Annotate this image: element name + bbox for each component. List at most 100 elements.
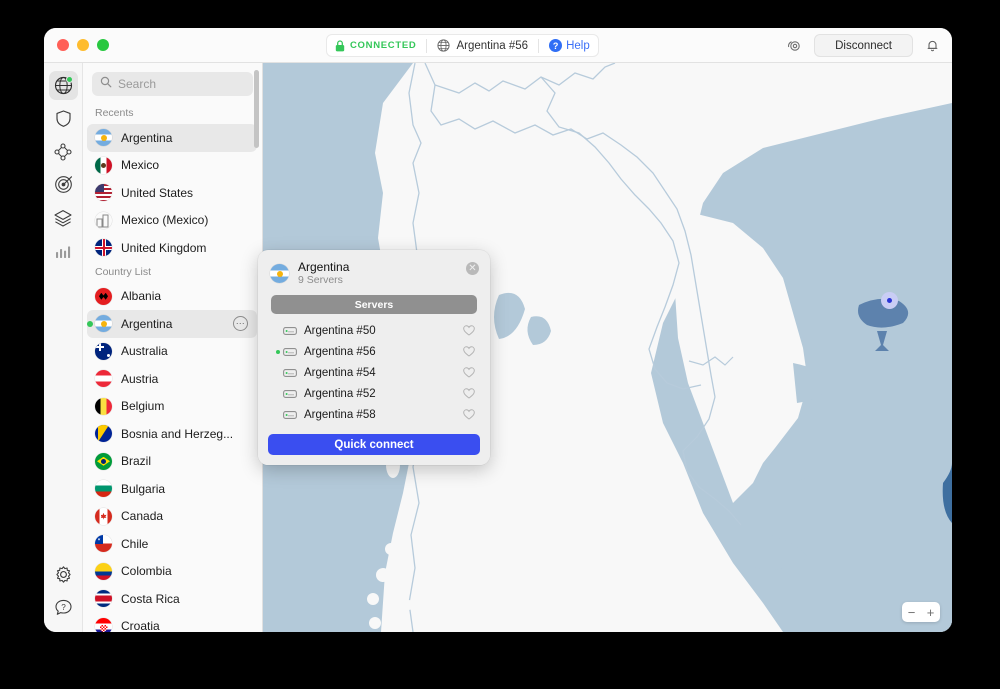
- sidebar-item-settings[interactable]: [49, 560, 78, 589]
- server-row[interactable]: Argentina #58: [272, 404, 490, 425]
- maximize-window-button[interactable]: [97, 39, 109, 51]
- country-row-belgium[interactable]: Belgium: [83, 393, 262, 421]
- country-label: Bulgaria: [121, 481, 166, 496]
- favorite-heart-icon[interactable]: [463, 409, 475, 420]
- country-label: Costa Rica: [121, 591, 180, 606]
- server-icon: [283, 347, 297, 357]
- flag-icon: [95, 184, 112, 202]
- popup-country-flag: [270, 264, 289, 283]
- marker-chile[interactable]: [881, 292, 898, 309]
- country-row-mexico-mexico[interactable]: Mexico (Mexico): [83, 207, 262, 235]
- flag-icon: [95, 590, 112, 608]
- svg-text:?: ?: [61, 603, 66, 612]
- country-row-argentina[interactable]: Argentina ⋯: [87, 310, 257, 338]
- zoom-in-button[interactable]: +: [921, 602, 940, 622]
- country-scroll-area[interactable]: Recents Argentina Mexico United States Mexi…: [83, 103, 262, 632]
- country-row-mexico[interactable]: Mexico: [83, 152, 262, 180]
- search-input[interactable]: [118, 77, 245, 91]
- flag-icon: [95, 156, 112, 174]
- search-icon: [100, 75, 112, 93]
- server-label: Argentina #50: [304, 324, 376, 337]
- server-row[interactable]: Argentina #54: [272, 362, 490, 383]
- country-label: United Kingdom: [121, 240, 207, 255]
- sidebar-scrollbar[interactable]: [254, 70, 259, 148]
- sidebar-item-statistics[interactable]: [49, 236, 78, 265]
- country-row-albania[interactable]: Albania: [83, 283, 262, 311]
- country-row-croatia[interactable]: Croatia: [83, 613, 262, 632]
- country-row-united-states[interactable]: United States: [83, 179, 262, 207]
- server-popup: Argentina 9 Servers ✕ Servers Argentina …: [258, 250, 490, 465]
- bell-icon[interactable]: [925, 38, 940, 53]
- country-row-argentina[interactable]: Argentina: [87, 124, 257, 152]
- server-icon: [283, 410, 297, 420]
- country-label: Argentina: [121, 316, 173, 331]
- server-row[interactable]: Argentina #56: [272, 341, 490, 362]
- favorite-heart-icon[interactable]: [463, 346, 475, 357]
- lock-icon: [335, 39, 345, 52]
- flag-icon: [95, 425, 112, 443]
- country-list-section-label: Country List: [95, 265, 152, 278]
- server-label: Argentina #54: [304, 366, 376, 379]
- sidebar-item-vpn-globe[interactable]: [48, 71, 78, 100]
- sidebar-item-file-share[interactable]: [49, 203, 78, 232]
- country-row-costa-rica[interactable]: Costa Rica: [83, 585, 262, 613]
- favorite-heart-icon[interactable]: [463, 325, 475, 336]
- disconnect-button[interactable]: Disconnect: [814, 34, 913, 57]
- country-label: Albania: [121, 289, 162, 304]
- popup-country-name: Argentina: [298, 260, 350, 274]
- flag-icon: [95, 370, 112, 388]
- titlebar-actions: Disconnect: [786, 28, 940, 63]
- quick-connect-button[interactable]: Quick connect: [268, 434, 480, 455]
- pill-divider-2: [538, 38, 540, 53]
- sidebar-item-threat-protection[interactable]: [49, 104, 78, 133]
- sidebar-item-support[interactable]: ?: [49, 593, 78, 622]
- sidebar-item-meshnet[interactable]: [49, 137, 78, 166]
- close-icon[interactable]: ✕: [466, 262, 479, 275]
- server-icon: [283, 326, 297, 336]
- minimize-window-button[interactable]: [77, 39, 89, 51]
- country-label: Croatia: [121, 619, 160, 632]
- popup-tabs: Servers: [258, 293, 490, 320]
- popup-header: Argentina 9 Servers ✕: [258, 250, 490, 293]
- globe-icon: [437, 39, 451, 52]
- help-icon: ?: [549, 39, 563, 52]
- country-row-brazil[interactable]: Brazil: [83, 448, 262, 476]
- search-box[interactable]: [92, 72, 253, 96]
- flag-icon: [95, 452, 112, 470]
- connected-server-name: Argentina #56: [456, 39, 529, 52]
- flag-icon: [95, 212, 112, 229]
- country-more-options-button[interactable]: ⋯: [233, 316, 248, 332]
- flag-icon: [95, 535, 112, 553]
- server-label: Argentina #58: [304, 408, 376, 421]
- flag-icon: [95, 315, 112, 333]
- marker-core: [887, 298, 892, 303]
- flag-icon: [95, 480, 112, 498]
- country-row-bosnia-and-herzeg[interactable]: Bosnia and Herzeg...: [83, 420, 262, 448]
- zoom-out-button[interactable]: −: [902, 602, 921, 622]
- country-row-canada[interactable]: Canada: [83, 503, 262, 531]
- country-row-colombia[interactable]: Colombia: [83, 558, 262, 586]
- sidebar-item-dark-web-monitor[interactable]: [49, 170, 78, 199]
- country-row-australia[interactable]: Australia: [83, 338, 262, 366]
- country-row-bulgaria[interactable]: Bulgaria: [83, 475, 262, 503]
- meshnet-icon[interactable]: [786, 38, 802, 54]
- popup-server-list[interactable]: Argentina #50 Argentina #56 Argentina #54 A…: [258, 320, 490, 429]
- connection-status-text: CONNECTED: [350, 40, 417, 51]
- country-row-austria[interactable]: Austria: [83, 365, 262, 393]
- server-row[interactable]: Argentina #50: [272, 320, 490, 341]
- country-label: Bosnia and Herzeg...: [121, 426, 234, 441]
- pill-divider: [426, 38, 428, 53]
- help-link[interactable]: ? Help: [549, 39, 590, 52]
- tab-servers[interactable]: Servers: [271, 295, 477, 314]
- close-window-button[interactable]: [57, 39, 69, 51]
- favorite-heart-icon[interactable]: [463, 367, 475, 378]
- favorite-heart-icon[interactable]: [463, 388, 475, 399]
- country-row-chile[interactable]: Chile: [83, 530, 262, 558]
- recents-list: Argentina Mexico United States Mexico (Mexi…: [83, 124, 262, 262]
- help-label: Help: [566, 39, 590, 52]
- server-row[interactable]: Argentina #52: [272, 383, 490, 404]
- flag-icon: [95, 617, 112, 632]
- server-row[interactable]: Argentina #55: [272, 425, 490, 429]
- country-row-united-kingdom[interactable]: United Kingdom: [83, 234, 262, 262]
- icon-rail: ?: [44, 63, 83, 632]
